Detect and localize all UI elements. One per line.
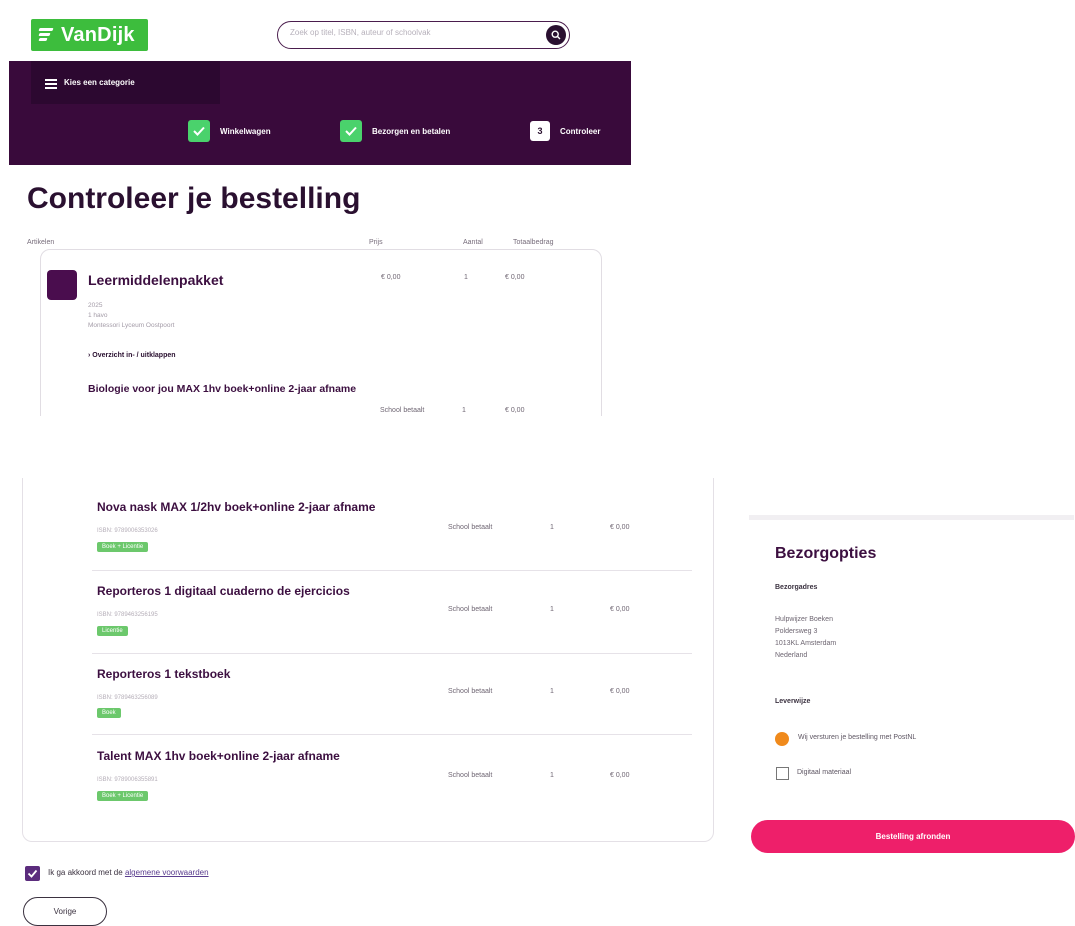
logo-mark-icon [38, 27, 54, 43]
product-total: € 0,00 [610, 606, 630, 613]
product-total: € 0,00 [610, 524, 630, 531]
product-type-badge: Boek [97, 708, 121, 718]
product-type-badge: Boek + Licentie [97, 542, 149, 552]
address-label: Bezorgadres [775, 584, 818, 591]
category-menu-button[interactable]: Kies een categorie [31, 61, 220, 104]
delivery-method-label: Leverwijze [775, 698, 811, 705]
terms-link[interactable]: algemene voorwaarden [125, 868, 209, 877]
hamburger-icon [45, 79, 57, 91]
category-label: Kies een categorie [64, 78, 135, 87]
product-isbn: ISBN: 9789463256195 [97, 612, 158, 618]
delivery-method-postnl: Wij versturen je bestelling met PostNL [798, 734, 917, 741]
product-isbn: ISBN: 9789006355891 [97, 777, 158, 783]
row-divider [92, 734, 692, 735]
step-delivery[interactable]: Bezorgen en betalen [340, 120, 450, 142]
product-total: € 0,00 [610, 772, 630, 779]
delivery-method-digital: Digitaal materiaal [797, 769, 852, 776]
product-price: School betaalt [448, 688, 493, 695]
row-divider [92, 653, 692, 654]
check-icon [188, 120, 210, 142]
complete-order-button[interactable]: Bestelling afronden [751, 820, 1075, 853]
search-button[interactable] [546, 25, 566, 45]
check-icon [27, 869, 38, 878]
product-price: School betaalt [448, 524, 493, 531]
product-qty: 1 [550, 606, 554, 613]
product-title: Reporteros 1 tekstboek [97, 667, 231, 681]
product-title: Nova nask MAX 1/2hv boek+online 2-jaar a… [97, 500, 376, 514]
package-price: € 0,00 [381, 274, 401, 281]
col-header-total: Totaalbedrag [513, 239, 554, 246]
package-total: € 0,00 [505, 274, 525, 281]
package-meta: 2025 [88, 302, 103, 309]
product-title: Reporteros 1 digitaal cuaderno de ejerci… [97, 584, 350, 598]
step-review: 3 Controleer [530, 121, 600, 141]
product-isbn: ISBN: 9789463256089 [97, 695, 158, 701]
product-isbn: ISBN: 9789006353026 [97, 528, 158, 534]
package-title: Leermiddelenpakket [88, 272, 224, 288]
search-placeholder: Zoek op titel, ISBN, auteur of schoolvak [290, 28, 431, 37]
col-header-qty: Aantal [463, 239, 483, 246]
digital-material-icon [776, 767, 789, 780]
vandijk-logo[interactable]: VanDijk [31, 19, 148, 51]
product-qty: 1 [462, 407, 466, 414]
product-price: School betaalt [448, 772, 493, 779]
product-price: School betaalt [380, 407, 425, 414]
previous-button[interactable]: Vorige [23, 897, 107, 926]
terms-checkbox[interactable] [25, 866, 40, 881]
step-number: 3 [530, 121, 550, 141]
product-price: School betaalt [448, 606, 493, 613]
search-field[interactable]: Zoek op titel, ISBN, auteur of schoolvak [277, 21, 570, 49]
step-label: Bezorgen en betalen [372, 126, 451, 136]
page-title: Controleer je bestelling [27, 182, 361, 215]
package-icon [47, 270, 77, 300]
step-label: Winkelwagen [220, 126, 271, 136]
product-type-badge: Licentie [97, 626, 128, 636]
search-icon [551, 30, 561, 40]
product-total: € 0,00 [610, 688, 630, 695]
product-qty: 1 [550, 772, 554, 779]
col-header-price: Prijs [369, 239, 383, 246]
overview-toggle-link[interactable]: › Overzicht in- / uitklappen [88, 352, 176, 359]
product-qty: 1 [550, 688, 554, 695]
package-meta: Montessori Lyceum Oostpoort [88, 322, 175, 329]
col-header-items: Artikelen [27, 239, 55, 246]
product-total: € 0,00 [505, 407, 525, 414]
check-icon [340, 120, 362, 142]
package-meta: 1 havo [88, 312, 108, 319]
row-divider [92, 570, 692, 571]
package-qty: 1 [464, 274, 468, 281]
address-line: Hulpwijzer Boeken [775, 616, 833, 623]
address-line: 1013KL Amsterdam [775, 640, 837, 647]
product-type-badge: Boek + Licentie [97, 791, 149, 801]
product-qty: 1 [550, 524, 554, 531]
product-title: Biologie voor jou MAX 1hv boek+online 2-… [88, 383, 357, 395]
address-line: Nederland [775, 652, 808, 659]
step-label: Controleer [560, 126, 601, 136]
terms-label: Ik ga akkoord met de algemene voorwaarde… [48, 868, 209, 877]
postnl-icon [775, 732, 789, 746]
delivery-title: Bezorgopties [775, 545, 877, 562]
logo-text: VanDijk [61, 23, 135, 46]
address-line: Poldersweg 3 [775, 628, 818, 635]
step-cart[interactable]: Winkelwagen [188, 120, 271, 142]
product-title: Talent MAX 1hv boek+online 2-jaar afname [97, 749, 340, 763]
